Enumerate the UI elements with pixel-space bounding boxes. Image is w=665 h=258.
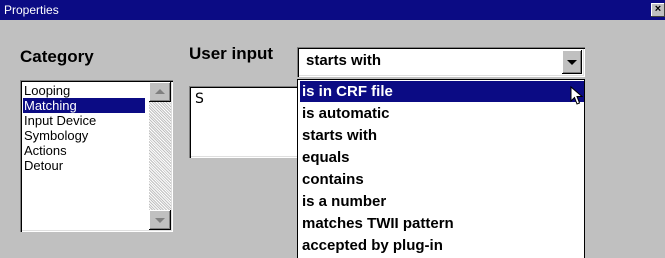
user-input-text-value: S (195, 91, 204, 107)
category-list: Looping Matching Input Device Symbology … (23, 83, 145, 173)
close-icon[interactable]: × (651, 3, 665, 17)
chevron-down-icon (567, 60, 577, 65)
category-item-actions[interactable]: Actions (23, 143, 145, 158)
option-contains[interactable]: contains (300, 169, 584, 190)
title-bar: Properties × (0, 0, 665, 20)
category-label: Category (20, 47, 94, 66)
option-is-in-crf-file[interactable]: is in CRF file (300, 81, 584, 102)
category-listbox[interactable]: Looping Matching Input Device Symbology … (20, 80, 173, 232)
option-matches-twii-pattern[interactable]: matches TWII pattern (300, 213, 584, 234)
option-is-automatic[interactable]: is automatic (300, 103, 584, 124)
scroll-down-button[interactable] (149, 210, 171, 230)
arrow-up-icon (155, 89, 165, 94)
category-item-input-device[interactable]: Input Device (23, 113, 145, 128)
match-type-dropdown-list: is in CRF file is automatic starts with … (297, 79, 585, 258)
arrow-down-icon (155, 218, 165, 223)
combo-selected-value: starts with (306, 52, 382, 69)
window-title: Properties (4, 3, 59, 17)
user-input-label: User input (189, 44, 274, 63)
category-item-detour[interactable]: Detour (23, 158, 145, 173)
user-input-text-field[interactable]: S (189, 86, 304, 158)
category-item-matching[interactable]: Matching (23, 98, 145, 113)
category-scrollbar[interactable] (149, 82, 171, 230)
category-item-looping[interactable]: Looping (23, 83, 145, 98)
option-equals[interactable]: equals (300, 147, 584, 168)
option-is-a-number[interactable]: is a number (300, 191, 584, 212)
scroll-up-button[interactable] (149, 82, 171, 102)
option-accepted-by-plug-in[interactable]: accepted by plug-in (300, 235, 584, 256)
option-starts-with[interactable]: starts with (300, 125, 584, 146)
match-type-combobox[interactable]: starts with (297, 47, 585, 77)
category-item-symbology[interactable]: Symbology (23, 128, 145, 143)
combo-dropdown-button[interactable] (562, 50, 582, 74)
